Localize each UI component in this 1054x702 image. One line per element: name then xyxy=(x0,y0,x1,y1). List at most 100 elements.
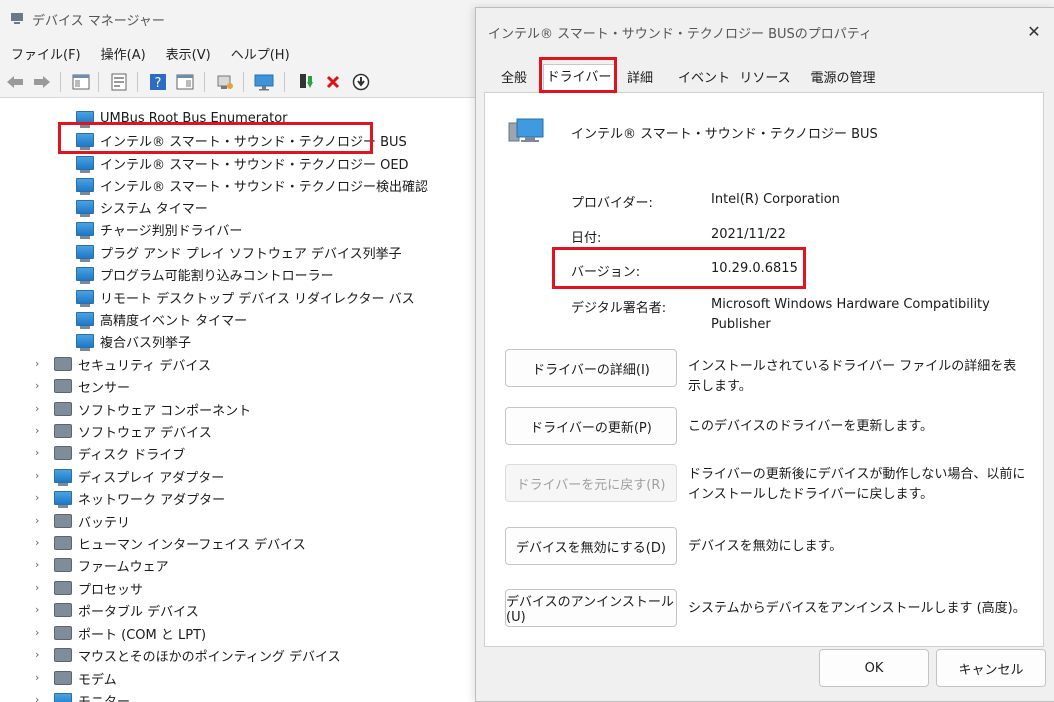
tree-item-label: プラグ アンド プレイ ソフトウェア デバイス列挙子 xyxy=(100,246,402,262)
tree-category-label: ポート (COM と LPT) xyxy=(78,627,207,643)
tree-category-label: ネットワーク アダプター xyxy=(78,492,226,508)
tree-item-selected[interactable]: インテル® スマート・サウンド・テクノロジー BUS xyxy=(76,129,407,151)
back-arrow-icon[interactable] xyxy=(4,71,26,93)
toolbar-separator xyxy=(98,72,99,92)
tree-category-label: プロセッサ xyxy=(78,582,144,598)
tree-category[interactable]: ネットワーク アダプター xyxy=(54,487,225,509)
disk-drive-icon xyxy=(54,446,72,460)
tab-general[interactable]: 全般 xyxy=(488,66,540,92)
tree-category[interactable]: ディスク ドライブ xyxy=(54,442,185,464)
help-icon[interactable]: ? xyxy=(147,71,169,93)
tree-category-label: ポータブル デバイス xyxy=(78,604,199,620)
tree-item[interactable]: チャージ判別ドライバー xyxy=(76,218,242,240)
device-icon xyxy=(76,245,94,262)
scan-icon[interactable] xyxy=(214,71,236,93)
tree-category[interactable]: ソフトウェア デバイス xyxy=(54,420,212,442)
modem-icon xyxy=(54,671,72,685)
monitor-icon[interactable] xyxy=(253,71,275,93)
tab-details[interactable]: 詳細 xyxy=(618,66,662,92)
expand-chevron-icon[interactable]: › xyxy=(35,671,45,684)
tab-bar: 全般 ドライバー 詳細 イベント リソース 電源の管理 xyxy=(484,64,1044,94)
driver-details-button[interactable]: ドライバーの詳細(I) xyxy=(505,349,677,387)
tree-item[interactable]: プログラム可能割り込みコントローラー xyxy=(76,263,334,285)
expand-chevron-icon[interactable]: › xyxy=(35,357,45,370)
tab-resources[interactable]: リソース xyxy=(736,66,794,92)
tree-category[interactable]: センサー xyxy=(54,375,130,397)
download-icon[interactable] xyxy=(350,71,372,93)
tree-item[interactable]: システム タイマー xyxy=(76,196,208,218)
driver-details-desc: インストールされているドライバー ファイルの詳細を表示します。 xyxy=(688,359,1017,394)
tree-item[interactable]: インテル® スマート・サウンド・テクノロジー OED xyxy=(76,152,409,174)
expand-chevron-icon[interactable]: › xyxy=(35,446,45,459)
expand-chevron-icon[interactable]: › xyxy=(35,693,45,702)
menu-help[interactable]: ヘルプ(H) xyxy=(226,38,295,66)
tree-item[interactable]: UMBus Root Bus Enumerator xyxy=(76,107,288,129)
view-icon[interactable] xyxy=(174,71,196,93)
rollback-driver-button[interactable]: ドライバーを元に戻す(R) xyxy=(505,464,677,502)
tree-item[interactable]: プラグ アンド プレイ ソフトウェア デバイス列挙子 xyxy=(76,241,402,263)
tree-category[interactable]: モニター xyxy=(54,689,130,702)
expand-chevron-icon[interactable]: › xyxy=(35,469,45,482)
menu-file[interactable]: ファイル(F) xyxy=(6,38,86,66)
tree-category[interactable]: ソフトウェア コンポーネント xyxy=(54,398,251,420)
device-icon xyxy=(76,111,94,128)
tree-category-label: セキュリティ デバイス xyxy=(78,358,211,374)
disable-device-button[interactable]: デバイスを無効にする(D) xyxy=(505,527,677,565)
device-icon xyxy=(76,133,94,150)
expand-chevron-icon[interactable]: › xyxy=(35,626,45,639)
expand-chevron-icon[interactable]: › xyxy=(35,536,45,549)
expand-chevron-icon[interactable]: › xyxy=(35,558,45,571)
tree-category[interactable]: バッテリ xyxy=(54,510,130,532)
properties-pane-icon[interactable] xyxy=(70,71,92,93)
expand-chevron-icon[interactable]: › xyxy=(35,491,45,504)
provider-label: プロバイダー: xyxy=(571,196,653,211)
tree-item[interactable]: 高精度イベント タイマー xyxy=(76,308,247,330)
tree-item-label: インテル® スマート・サウンド・テクノロジー OED xyxy=(100,157,409,173)
hid-icon xyxy=(54,536,72,550)
tab-driver[interactable]: ドライバー xyxy=(543,64,615,94)
uninstall-icon[interactable] xyxy=(322,71,344,93)
expand-chevron-icon[interactable]: › xyxy=(35,424,45,437)
tree-category[interactable]: ディスプレイ アダプター xyxy=(54,465,224,487)
tree-item-label: 複合バス列挙子 xyxy=(100,335,192,351)
tree-category[interactable]: セキュリティ デバイス xyxy=(54,353,211,375)
date-value: 2021/11/22 xyxy=(711,227,786,242)
expand-chevron-icon[interactable]: › xyxy=(35,402,45,415)
uninstall-device-button[interactable]: デバイスのアンインストール(U) xyxy=(505,589,677,627)
tree-item[interactable]: インテル® スマート・サウンド・テクノロジー検出確認 xyxy=(76,174,428,196)
date-label: 日付: xyxy=(571,231,602,246)
tree-item[interactable]: リモート デスクトップ デバイス リダイレクター バス xyxy=(76,286,415,308)
expand-chevron-icon[interactable]: › xyxy=(35,581,45,594)
forward-arrow-icon[interactable] xyxy=(31,71,53,93)
document-icon[interactable] xyxy=(108,71,130,93)
disable-device-desc: デバイスを無効にします。 xyxy=(688,539,843,554)
tree-category-label: ディスプレイ アダプター xyxy=(78,470,225,486)
toolbar-separator xyxy=(284,72,285,92)
tab-power-management[interactable]: 電源の管理 xyxy=(798,66,888,92)
tree-category-label: ディスク ドライブ xyxy=(78,447,186,463)
tree-category-label: モデム xyxy=(78,672,117,688)
tree-item[interactable]: 複合バス列挙子 xyxy=(76,330,191,352)
menu-action[interactable]: 操作(A) xyxy=(96,38,151,66)
tree-category[interactable]: モデム xyxy=(54,667,117,689)
expand-chevron-icon[interactable]: › xyxy=(35,603,45,616)
tab-events[interactable]: イベント xyxy=(676,66,732,92)
sensor-icon xyxy=(54,379,72,393)
update-driver-icon[interactable] xyxy=(295,71,317,93)
tree-category[interactable]: ファームウェア xyxy=(54,554,169,576)
expand-chevron-icon[interactable]: › xyxy=(35,379,45,392)
close-icon[interactable]: ✕ xyxy=(1024,22,1044,42)
tree-category[interactable]: ポータブル デバイス xyxy=(54,599,199,621)
tree-category[interactable]: プロセッサ xyxy=(54,577,143,599)
tree-category[interactable]: ポート (COM と LPT) xyxy=(54,622,206,644)
ok-button[interactable]: OK xyxy=(819,649,929,687)
tree-category[interactable]: ヒューマン インターフェイス デバイス xyxy=(54,532,306,554)
processor-icon xyxy=(54,581,72,595)
cancel-button[interactable]: キャンセル xyxy=(936,649,1046,687)
update-driver-button[interactable]: ドライバーの更新(P) xyxy=(505,407,677,445)
expand-chevron-icon[interactable]: › xyxy=(35,648,45,661)
menu-view[interactable]: 表示(V) xyxy=(161,38,216,66)
device-icon xyxy=(76,312,94,329)
tree-category[interactable]: マウスとそのほかのポインティング デバイス xyxy=(54,644,341,666)
expand-chevron-icon[interactable]: › xyxy=(35,514,45,527)
